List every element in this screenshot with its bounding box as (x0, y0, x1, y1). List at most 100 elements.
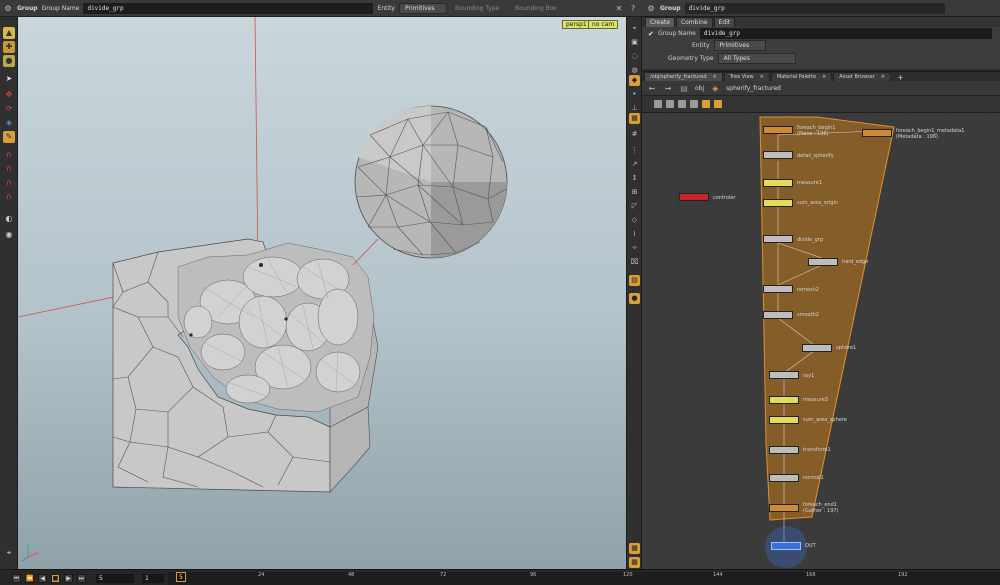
node-remesh2[interactable] (763, 285, 793, 293)
step-back-button[interactable]: ⏪ (25, 574, 34, 583)
node-divide-grp[interactable] (763, 235, 793, 243)
color-palette-icon[interactable] (714, 100, 722, 108)
magnet-icon-1[interactable]: ∩ (3, 149, 15, 161)
display-flag-icon[interactable]: ▤ (629, 275, 640, 286)
left-tool-shelf: ▲ ✚ ● ➤ ✥ ⟳ ◈ ✎ ∩ ∩ ∩ ∩ ◐ ◉ ⌖ (0, 17, 18, 569)
node-gear-icon[interactable]: ⚙ (646, 3, 656, 13)
node-foreach-begin1-sub: (Piece : 196) (797, 131, 829, 137)
vertex-icon[interactable]: ↗ (629, 159, 640, 170)
layout-icon[interactable]: ▦ (629, 543, 640, 554)
arrow-icon[interactable]: ↕ (629, 173, 640, 184)
arrow-tool-icon[interactable]: ➤ (3, 73, 15, 85)
guide-icon[interactable]: ⌇ (629, 229, 640, 240)
param-group-name-field[interactable]: divide_grp (699, 28, 992, 39)
path-root[interactable]: obj (695, 85, 704, 92)
node-measure1[interactable] (763, 179, 793, 187)
help-icon[interactable]: ? (628, 3, 638, 13)
node-normal1[interactable] (769, 474, 799, 482)
rotate-tool-icon[interactable]: ⟳ (3, 103, 15, 115)
prim-numbers-icon[interactable]: # (629, 129, 640, 140)
play-reverse-button[interactable]: ◀ (38, 574, 47, 583)
node-name-field[interactable]: divide_grp (684, 2, 945, 14)
scale-tool-icon[interactable]: ◈ (3, 117, 15, 129)
network-box-icon[interactable] (702, 100, 710, 108)
camera-menu[interactable]: persp1 (562, 20, 591, 29)
grid-view-icon[interactable] (678, 100, 686, 108)
list-view-icon[interactable] (654, 100, 662, 108)
param-entity-dropdown[interactable]: Primitives (713, 40, 766, 51)
param-geometry-type-dropdown[interactable]: All Types (717, 53, 796, 64)
start-frame-field[interactable]: 1 (142, 574, 164, 583)
node-transform1[interactable] (769, 446, 799, 454)
node-measure3[interactable] (769, 396, 799, 404)
network-editor[interactable]: foreach_begin1 (Piece : 196) foreach_beg… (642, 113, 1000, 569)
param-geometry-type-label: Geometry Type (668, 55, 714, 62)
timeline-ruler[interactable]: 5 24 48 72 96 120 144 168 192 (168, 572, 1000, 585)
tab-combine[interactable]: Combine (675, 17, 713, 27)
uv-icon[interactable]: ⊞ (629, 187, 640, 198)
frame-icon[interactable]: ◇ (629, 215, 640, 226)
no-cam-button[interactable]: no cam (588, 20, 619, 29)
node-sphere1[interactable] (802, 344, 832, 352)
light-icon[interactable]: ◌ (629, 51, 640, 62)
label-icon[interactable]: ⌧ (629, 257, 640, 268)
points-icon[interactable]: • (629, 89, 640, 100)
node-sum-area-sphere[interactable] (769, 416, 799, 424)
group-name-checkbox[interactable]: ✔ (648, 30, 654, 37)
node-foreach-end1[interactable] (769, 504, 799, 512)
node-out[interactable] (771, 542, 801, 550)
close-icon[interactable]: ✕ (614, 3, 624, 13)
tile-view-icon[interactable] (666, 100, 674, 108)
play-button[interactable]: ▶ (64, 574, 73, 583)
lock-icon[interactable]: ▣ (629, 37, 640, 48)
render-icon[interactable]: ● (629, 293, 640, 304)
group-name-field[interactable]: divide_grp (83, 2, 374, 14)
path-node[interactable]: spherify_fractured (726, 85, 781, 92)
active-tool-icon[interactable]: ✎ (3, 131, 15, 143)
handle-tool-icon[interactable]: ✚ (3, 41, 15, 53)
frame-indicator[interactable]: 5 (176, 572, 186, 582)
magnet-icon-2[interactable]: ∩ (3, 163, 15, 175)
entity-dropdown[interactable]: Primitives (398, 2, 447, 14)
back-arrow-icon[interactable]: ← (647, 83, 657, 93)
point-numbers-icon[interactable]: ⋮ (629, 145, 640, 156)
scene-viewport[interactable]: persp1 no cam (18, 17, 626, 569)
jump-end-button[interactable]: ⏭ (77, 574, 86, 583)
current-frame-field[interactable]: 5 (96, 574, 134, 583)
sticky-note-icon[interactable] (690, 100, 698, 108)
node-hard-edge[interactable] (808, 258, 838, 266)
magnet-icon-4[interactable]: ∩ (3, 191, 15, 203)
grid-icon[interactable]: ▦ (629, 557, 640, 568)
tab-edit[interactable]: Edit (713, 17, 736, 27)
node-foreach-begin1[interactable] (763, 126, 793, 134)
view-tool-icon[interactable]: ◐ (3, 213, 15, 225)
display-active-icon[interactable]: ◆ (629, 75, 640, 86)
jump-start-button[interactable]: ⏮ (12, 574, 21, 583)
pin-icon[interactable]: ⌖ (629, 23, 640, 34)
node-ray1[interactable] (769, 371, 799, 379)
node-controler[interactable] (679, 193, 709, 201)
magnet-icon-3[interactable]: ∩ (3, 177, 15, 189)
node-smooth2[interactable] (763, 311, 793, 319)
gear-icon[interactable]: ⚙ (3, 3, 13, 13)
node-normal1-label: normal1 (803, 475, 824, 481)
edge-icon[interactable]: ◸ (629, 201, 640, 212)
snap-icon[interactable]: ⌖ (3, 547, 15, 559)
camera-tool-icon[interactable]: ◉ (3, 229, 15, 241)
translate-tool-icon[interactable]: ✥ (3, 89, 15, 101)
tab-create[interactable]: Create (645, 17, 675, 27)
viewport-scene (18, 17, 508, 562)
node-detail-spherify-label: detail_spherify (797, 153, 834, 159)
stop-button[interactable]: ■ (51, 574, 60, 583)
group-name-label: Group Name (41, 4, 80, 12)
node-foreach-begin1-metadata1[interactable] (862, 129, 892, 137)
wireframe-icon[interactable]: ▦ (629, 113, 640, 124)
node-sum-area-origin[interactable] (763, 199, 793, 207)
viewport-node-type: Group (17, 4, 38, 12)
bounding-box-label: Bounding Box (515, 4, 557, 12)
node-detail-spherify[interactable] (763, 151, 793, 159)
pose-tool-icon[interactable]: ● (3, 55, 15, 67)
forward-arrow-icon[interactable]: → (663, 83, 673, 93)
select-tool-icon[interactable]: ▲ (3, 27, 15, 39)
bone-icon[interactable]: ✧ (629, 243, 640, 254)
